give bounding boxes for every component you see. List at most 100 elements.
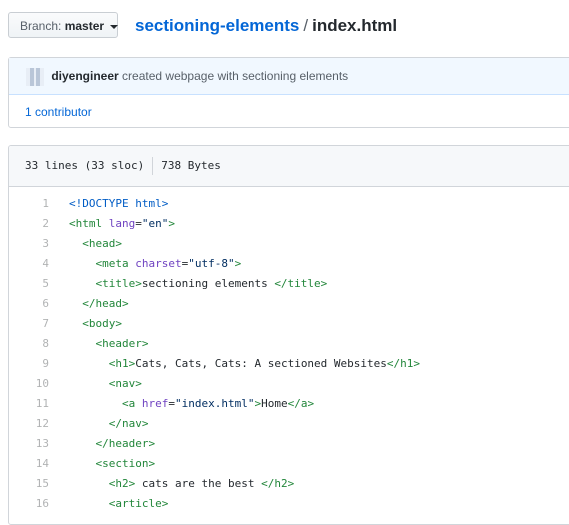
line-number[interactable]: 15: [9, 474, 69, 494]
code-line: 16 <article>: [9, 494, 569, 514]
line-number[interactable]: 1: [9, 194, 69, 214]
line-number[interactable]: 3: [9, 234, 69, 254]
latest-commit: diyengineer created webpage with section…: [9, 58, 569, 95]
breadcrumb-repo-link[interactable]: sectioning-elements: [135, 16, 299, 35]
code-token: <title>: [95, 277, 142, 290]
code-token: <h1>: [108, 357, 136, 370]
code-token: =: [135, 217, 142, 230]
code-token: "index.html": [174, 397, 255, 410]
line-number[interactable]: 9: [9, 354, 69, 374]
code-line: 2 <html lang="en">: [9, 214, 569, 234]
breadcrumb: sectioning-elements / index.html: [135, 12, 397, 40]
line-number[interactable]: 6: [9, 294, 69, 314]
line-number[interactable]: 4: [9, 254, 69, 274]
branch-prefix: Branch:: [20, 19, 62, 33]
code-token: <head>: [82, 237, 122, 250]
code-line: 1 <!DOCTYPE html>: [9, 194, 569, 214]
code-token: <header>: [95, 337, 149, 350]
file-viewer: 33 lines (33 sloc) 738 Bytes 1 <!DOCTYPE h…: [8, 145, 569, 525]
contributors-row: 1 contributor: [9, 95, 569, 129]
breadcrumb-file-name: index.html: [312, 16, 398, 35]
line-number[interactable]: 14: [9, 454, 69, 474]
code-token: <section>: [95, 457, 156, 470]
file-navigation: Branch: master sectioning-elements / index…: [8, 12, 569, 40]
line-number[interactable]: 16: [9, 494, 69, 514]
code-line: 3 <head>: [9, 234, 569, 254]
file-header: 33 lines (33 sloc) 738 Bytes: [9, 146, 569, 187]
code-token: html: [75, 217, 103, 230]
code-token: =: [168, 397, 175, 410]
code-line: 9 <h1>Cats, Cats, Cats: A sectioned Webs…: [9, 354, 569, 374]
chevron-down-icon: [110, 24, 119, 29]
code-line: 13 </header>: [9, 434, 569, 454]
breadcrumb-separator: /: [303, 16, 309, 35]
line-number[interactable]: 2: [9, 214, 69, 234]
code-line: 10 <nav>: [9, 374, 569, 394]
contributors-link[interactable]: 1 contributor: [25, 105, 92, 119]
code-token: </h1>: [386, 357, 421, 370]
code-token: href: [141, 397, 169, 410]
code-token: <: [69, 217, 76, 230]
code-token: </header>: [95, 437, 156, 450]
line-number[interactable]: 5: [9, 274, 69, 294]
divider: [152, 157, 154, 175]
line-number[interactable]: 13: [9, 434, 69, 454]
code-token: </h2>: [261, 477, 295, 490]
file-size: 738 Bytes: [161, 159, 221, 172]
file-line-count: 33 lines (33 sloc): [25, 159, 145, 172]
code-token: </head>: [82, 297, 129, 310]
commit-author-link[interactable]: diyengineer: [51, 69, 118, 83]
code-token: sectioning elements: [141, 277, 275, 290]
code-token: <!DOCTYPE html>: [69, 197, 169, 210]
code-token: <meta: [95, 257, 129, 270]
code-token: <nav>: [108, 377, 142, 390]
commit-message-link[interactable]: created webpage with sectioning elements: [122, 69, 348, 83]
code-token: lang: [108, 217, 136, 230]
code-view: 1 <!DOCTYPE html> 2 <html lang="en"> 3 <head…: [9, 187, 569, 514]
code-line: 15 <h2> cats are the best </h2>: [9, 474, 569, 494]
code-token: Cats, Cats, Cats: A sectioned Websites: [135, 357, 387, 370]
code-token: </title>: [274, 277, 328, 290]
code-line: 11 <a href="index.html">Home</a>: [9, 394, 569, 414]
code-line: 5 <title>sectioning elements </title>: [9, 274, 569, 294]
code-token: </nav>: [108, 417, 149, 430]
code-line: 6 </head>: [9, 294, 569, 314]
avatar[interactable]: [26, 67, 44, 86]
line-number[interactable]: 10: [9, 374, 69, 394]
code-token: "en": [141, 217, 169, 230]
code-token: </a>: [287, 397, 315, 410]
branch-name: master: [64, 19, 105, 33]
branch-selector-button[interactable]: Branch: master: [8, 12, 119, 38]
line-number[interactable]: 7: [9, 314, 69, 334]
commit-info-box: diyengineer created webpage with section…: [8, 57, 569, 128]
code-token: <a: [121, 397, 136, 410]
code-line: 4 <meta charset="utf-8">: [9, 254, 569, 274]
code-line: 14 <section>: [9, 454, 569, 474]
line-number[interactable]: 12: [9, 414, 69, 434]
code-token: charset: [135, 257, 182, 270]
code-token: "utf-8": [188, 257, 235, 270]
line-number[interactable]: 11: [9, 394, 69, 414]
code-token: cats are the best: [135, 477, 262, 490]
code-line: 7 <body>: [9, 314, 569, 334]
code-token: >: [234, 257, 242, 270]
code-token: <body>: [82, 317, 122, 330]
line-number[interactable]: 8: [9, 334, 69, 354]
code-token: >: [168, 217, 175, 230]
code-line: 12 </nav>: [9, 414, 569, 434]
code-token: <article>: [108, 497, 169, 510]
